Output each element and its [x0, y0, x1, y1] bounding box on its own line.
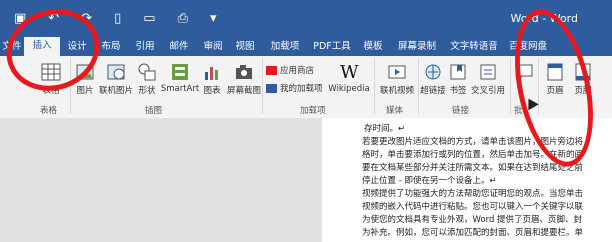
bookmark-icon: [450, 64, 466, 80]
open-folder-icon[interactable]: ▭: [143, 11, 155, 26]
screenshot-button[interactable]: 屏幕截图: [224, 62, 264, 96]
group-divider: [418, 58, 419, 114]
tab-mailings[interactable]: 邮件: [164, 38, 194, 56]
wikipedia-button[interactable]: W Wikipedia: [328, 60, 370, 94]
text-line: 视频提供了功能强大的方法帮助您证明您的观点。当您单击: [362, 189, 584, 199]
tab-review[interactable]: 审阅: [198, 38, 228, 56]
text-line: 为使您的文档具有专业外观，Word 提供了页眉、页脚、封: [362, 215, 583, 225]
camera-icon: [236, 65, 252, 79]
cross-reference-label: 交叉引用: [470, 86, 505, 96]
group-divider: [374, 58, 375, 114]
store-button[interactable]: 应用商店: [266, 64, 314, 76]
cross-reference-button[interactable]: 交叉引用: [470, 62, 506, 96]
group-divider: [262, 58, 263, 114]
group-label-illustrations: 插图: [145, 106, 163, 116]
online-picture-button[interactable]: 联机图片: [98, 62, 134, 96]
group-label-media: 媒体: [386, 106, 404, 116]
online-picture-icon: [107, 64, 125, 80]
group-label-links: 链接: [452, 106, 470, 116]
chart-button[interactable]: 图表: [202, 62, 222, 96]
cross-reference-icon: [480, 64, 496, 80]
tab-view[interactable]: 视图: [230, 38, 260, 56]
bookmark-button[interactable]: 书签: [448, 62, 468, 96]
my-addins-button[interactable]: 我的加载项: [266, 82, 323, 94]
tab-addins[interactable]: 加载项: [266, 38, 304, 56]
hyperlink-label: 超链接: [420, 86, 446, 96]
text-line: 视频的嵌入代码中进行粘贴。您也可以键入一个关键字以联: [362, 202, 584, 212]
chart-label: 图表: [203, 86, 221, 96]
shapes-label: 形状: [138, 86, 156, 96]
screenshot-label: 屏幕截图: [226, 86, 261, 96]
wikipedia-label: Wikipedia: [328, 84, 370, 94]
tab-text-to-speech[interactable]: 文字转语音: [446, 38, 502, 56]
online-video-button[interactable]: 联机视频: [378, 62, 416, 96]
svg-text:W: W: [340, 62, 359, 82]
bookmark-label: 书签: [449, 86, 467, 96]
text-line: 存时间。↵: [364, 124, 406, 134]
chart-icon: [205, 67, 218, 80]
group-label-addins: 加载项: [300, 106, 326, 116]
tab-references[interactable]: 引用: [130, 38, 160, 56]
smartart-icon: [172, 64, 188, 80]
group-divider: [510, 58, 511, 114]
print-icon[interactable]: ⎙: [178, 11, 188, 26]
online-picture-label: 联机图片: [98, 86, 133, 96]
shapes-button[interactable]: 形状: [136, 62, 158, 96]
tab-templates[interactable]: 模板: [358, 38, 388, 56]
online-video-label: 联机视频: [379, 86, 414, 96]
store-label: 应用商店: [280, 66, 315, 76]
tab-pdf-tools[interactable]: PDF工具: [310, 38, 354, 56]
word-window: ▣ ↶ ↷ ▯ ▭ ⎙ ▾ Word - Word 文件 插入 设计 布局 引用…: [0, 0, 612, 242]
hyperlink-button[interactable]: 超链接: [420, 62, 446, 96]
tab-layout[interactable]: 布局: [96, 38, 126, 56]
my-addins-icon: [266, 83, 277, 93]
wikipedia-icon: W: [340, 62, 359, 82]
store-icon: [266, 65, 277, 75]
customize-icon[interactable]: ▾: [210, 11, 217, 26]
new-document-icon[interactable]: ▯: [114, 11, 121, 26]
my-addins-label: 我的加载项: [280, 84, 323, 94]
smartart-button[interactable]: SmartArt: [160, 62, 200, 94]
shapes-icon: [138, 63, 156, 81]
smartart-label: SmartArt: [160, 84, 200, 94]
group-label-tables: 表格: [40, 106, 58, 116]
hyperlink-icon: [425, 64, 441, 80]
text-line: 停止位置 - 即使在另一个设备上。↵: [362, 176, 497, 186]
tab-screen-record[interactable]: 屏幕录制: [394, 38, 440, 56]
online-video-icon: [388, 65, 406, 79]
picture-label: 图片: [76, 86, 94, 96]
text-line: 要在文档某些部分并关注所需文本。如果在达到结尾处之前: [362, 163, 584, 173]
text-line: 为补充。例如，您可以添加匹配的封面、页眉和提要栏。单: [362, 228, 584, 238]
